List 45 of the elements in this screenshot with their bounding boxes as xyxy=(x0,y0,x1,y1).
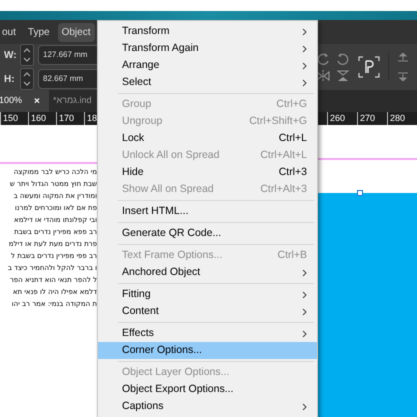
menu-item[interactable]: Arrange xyxy=(98,57,317,74)
align-icon[interactable] xyxy=(397,70,409,81)
field-label: W: xyxy=(4,48,16,62)
menu-item[interactable]: Generate QR Code... xyxy=(98,225,317,242)
menu-item[interactable]: Object Export Options... xyxy=(98,381,317,398)
rotate-icon[interactable] xyxy=(316,52,330,66)
menu-item[interactable]: Hide Ctrl+3 xyxy=(98,164,317,181)
field-label: H: xyxy=(4,72,16,86)
tab-label: 100% xyxy=(0,94,22,108)
spinner-icon[interactable] xyxy=(20,68,34,90)
menu-item[interactable]: Anchored Object xyxy=(98,264,317,281)
menu-item[interactable]: Captions xyxy=(98,398,317,415)
chevron-right-icon xyxy=(302,308,307,316)
menu-item[interactable]: Insert HTML... xyxy=(98,203,317,220)
menu-item[interactable]: Transform Again xyxy=(98,40,317,57)
menu-bar-item[interactable]: Object xyxy=(58,22,94,42)
chevron-right-icon xyxy=(302,62,307,70)
close-icon[interactable]: × xyxy=(34,94,40,108)
width-field[interactable]: 127.667 mm xyxy=(38,45,100,65)
chevron-right-icon xyxy=(302,402,307,410)
document-tab[interactable]: 100% × xyxy=(0,90,49,112)
menu-item[interactable]: Transform xyxy=(98,23,317,40)
menu-item[interactable]: Select xyxy=(98,74,317,91)
frame-handle[interactable] xyxy=(357,190,363,196)
align-icon[interactable] xyxy=(397,53,409,64)
tab-label: *גמרא.ind xyxy=(53,94,92,108)
flip-horizontal-icon[interactable] xyxy=(316,70,330,82)
menu-item[interactable]: Effects xyxy=(98,325,317,342)
menu-item[interactable]: Lock Ctrl+L xyxy=(98,130,317,147)
frame-icon[interactable] xyxy=(358,56,380,78)
chevron-right-icon xyxy=(302,44,307,52)
chevron-right-icon xyxy=(302,268,307,276)
menu-item[interactable]: Fitting xyxy=(98,286,317,303)
menu-bar-item[interactable]: Type xyxy=(24,22,54,42)
chevron-right-icon xyxy=(302,290,307,298)
menu-item[interactable]: Content xyxy=(98,303,317,320)
flip-vertical-icon[interactable] xyxy=(336,70,350,82)
spinner-icon[interactable] xyxy=(20,44,34,66)
menu-bar-item[interactable]: out xyxy=(0,22,20,42)
chevron-right-icon xyxy=(302,78,307,86)
menu-item[interactable]: Corner Options... xyxy=(98,342,317,359)
chevron-right-icon xyxy=(302,330,307,338)
document-tab[interactable]: *גמרא.ind xyxy=(49,90,94,112)
height-field[interactable]: 82.667 mm xyxy=(38,69,100,89)
chevron-right-icon xyxy=(302,28,307,36)
